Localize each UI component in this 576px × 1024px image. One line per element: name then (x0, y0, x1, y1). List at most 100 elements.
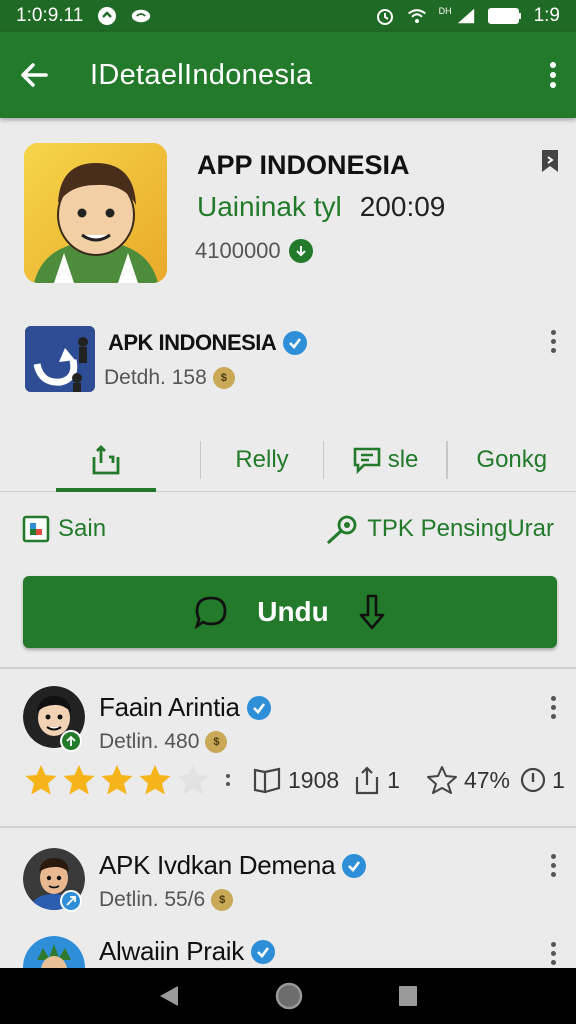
share-count: 1 (387, 766, 400, 793)
review-meta: Detlin. 480 $ (99, 730, 228, 754)
avatar[interactable] (23, 936, 85, 968)
app-download-count: 4100000 (195, 238, 313, 264)
star-rating (24, 764, 210, 796)
network-type-label: DH (438, 6, 452, 16)
status-bar: 1:0:9.11 DH 1:9 (0, 0, 576, 32)
tab-sle-label: sle (387, 445, 419, 473)
tab-relly[interactable]: Relly (201, 428, 322, 492)
coin-icon: $ (212, 367, 235, 389)
developer-logo (25, 326, 95, 392)
star-empty-icon (177, 765, 209, 795)
arrow-back-icon[interactable] (18, 59, 50, 91)
tpk-link-label: TPK PensingUrar (367, 515, 554, 542)
star-outline-icon (426, 765, 458, 795)
section-divider (0, 667, 576, 669)
review-item: Faain Arintia Detlin. 480 $ 1908 1 47% 1 (0, 670, 576, 826)
pin-icon (325, 514, 359, 544)
star-filled-icon (139, 765, 171, 795)
developer-meta: Detdh. 158 $ (104, 366, 235, 390)
chat-bubble-icon (193, 594, 229, 630)
links-row: Sain TPK PensingUrar (0, 506, 576, 552)
review-author: Faain Arintia (99, 692, 272, 723)
download-button-label: Undu (257, 596, 329, 627)
signal-icon (456, 6, 476, 26)
bookmark-icon[interactable] (540, 148, 560, 179)
review-more-icon[interactable] (551, 696, 556, 719)
review-author-name: APK Ivdkan Demena (99, 850, 336, 880)
alarm-icon (375, 6, 395, 26)
star-filled-icon (63, 765, 95, 795)
review-stats: 1908 1 47% 1 (24, 760, 569, 800)
verified-badge-icon (246, 695, 272, 721)
app-subtitle-dark: 200:09 (359, 191, 446, 222)
review-author: Alwaiin Praik (99, 936, 276, 967)
developer-row[interactable]: APK INDONESIA Detdh. 158 $ (0, 318, 576, 398)
coin-icon: $ (205, 731, 228, 753)
star-stat[interactable]: 47% (426, 765, 510, 795)
chat-notification-icon (131, 6, 151, 26)
book-icon (252, 766, 282, 794)
alert-stat[interactable]: 1 (520, 767, 565, 794)
review-author-name: Faain Arintia (99, 692, 240, 722)
review-item: APK Ivdkan Demena Detlin. 55/6 $ (0, 828, 576, 928)
review-meta-text: Detlin. 55/6 (99, 888, 206, 911)
sain-link[interactable]: Sain (22, 515, 106, 543)
download-count-value: 4100000 (195, 238, 281, 263)
system-nav-bar (0, 968, 576, 1024)
alert-count: 1 (552, 766, 565, 793)
review-author-name: Alwaiin Praik (99, 936, 244, 966)
review-author: APK Ivdkan Demena (99, 850, 367, 881)
tpk-link[interactable]: TPK PensingUrar (325, 514, 554, 544)
battery-icon (487, 6, 522, 26)
more-vert-icon[interactable] (548, 60, 558, 90)
comment-stat[interactable]: 1908 (252, 766, 339, 794)
tab-gonkg-label: Gonkg (476, 445, 548, 473)
nav-back-icon[interactable] (158, 984, 180, 1008)
tab-relly-label: Relly (235, 445, 289, 473)
avatar-status-icon (60, 890, 82, 912)
verified-badge-icon (341, 853, 367, 879)
download-arrow-icon (357, 593, 387, 631)
review-item: Alwaiin Praik (0, 928, 576, 968)
review-meta-text: Detlin. 480 (99, 730, 200, 753)
download-badge-icon (288, 239, 313, 263)
verified-badge-icon (282, 330, 308, 356)
page-title: IDetaelIndonesia (90, 58, 313, 91)
message-icon (352, 445, 382, 475)
developer-name-text: APK INDONESIA (108, 330, 277, 355)
tab-share[interactable] (56, 428, 156, 492)
app-name: APP INDONESIA (197, 150, 410, 180)
verified-badge-icon (250, 939, 276, 965)
app-bar: IDetaelIndonesia (0, 32, 576, 118)
star-percent: 47% (463, 766, 511, 793)
wifi-icon (407, 6, 427, 26)
nav-home-icon[interactable] (275, 982, 303, 1010)
tab-gonkg[interactable]: Gonkg (448, 428, 576, 492)
review-more-icon[interactable] (551, 854, 556, 877)
coin-icon: $ (211, 889, 234, 911)
status-time-left: 1:0:9.11 (16, 5, 84, 26)
app-header: APP INDONESIA Uaininak tyl 200:09 4100000 (0, 118, 576, 298)
review-meta: Detlin. 55/6 $ (99, 888, 234, 912)
app-subtitle-green: Uaininak tyl (197, 191, 342, 222)
app-grid-icon (22, 515, 50, 543)
developer-name: APK INDONESIA (108, 330, 308, 356)
avatar-status-icon (60, 730, 82, 752)
comment-count: 1908 (288, 766, 340, 793)
sain-link-label: Sain (58, 515, 107, 542)
share-box-icon (89, 443, 123, 477)
share-stat[interactable]: 1 (353, 765, 400, 795)
app-icon (24, 143, 167, 283)
nav-recents-icon[interactable] (398, 985, 418, 1007)
tab-sle[interactable]: sle (324, 428, 445, 492)
tab-bar: Relly sle Gonkg (0, 428, 576, 492)
star-filled-icon (25, 765, 57, 795)
developer-meta-text: Detdh. 158 (104, 366, 207, 389)
star-filled-icon (101, 765, 133, 795)
download-button[interactable]: Undu (23, 576, 557, 648)
separator-dots-icon (226, 774, 230, 786)
review-more-icon[interactable] (551, 942, 556, 965)
status-time-right: 1:9 (533, 5, 560, 26)
developer-more-icon[interactable] (551, 330, 556, 353)
app-subtitle: Uaininak tyl 200:09 (197, 191, 445, 223)
